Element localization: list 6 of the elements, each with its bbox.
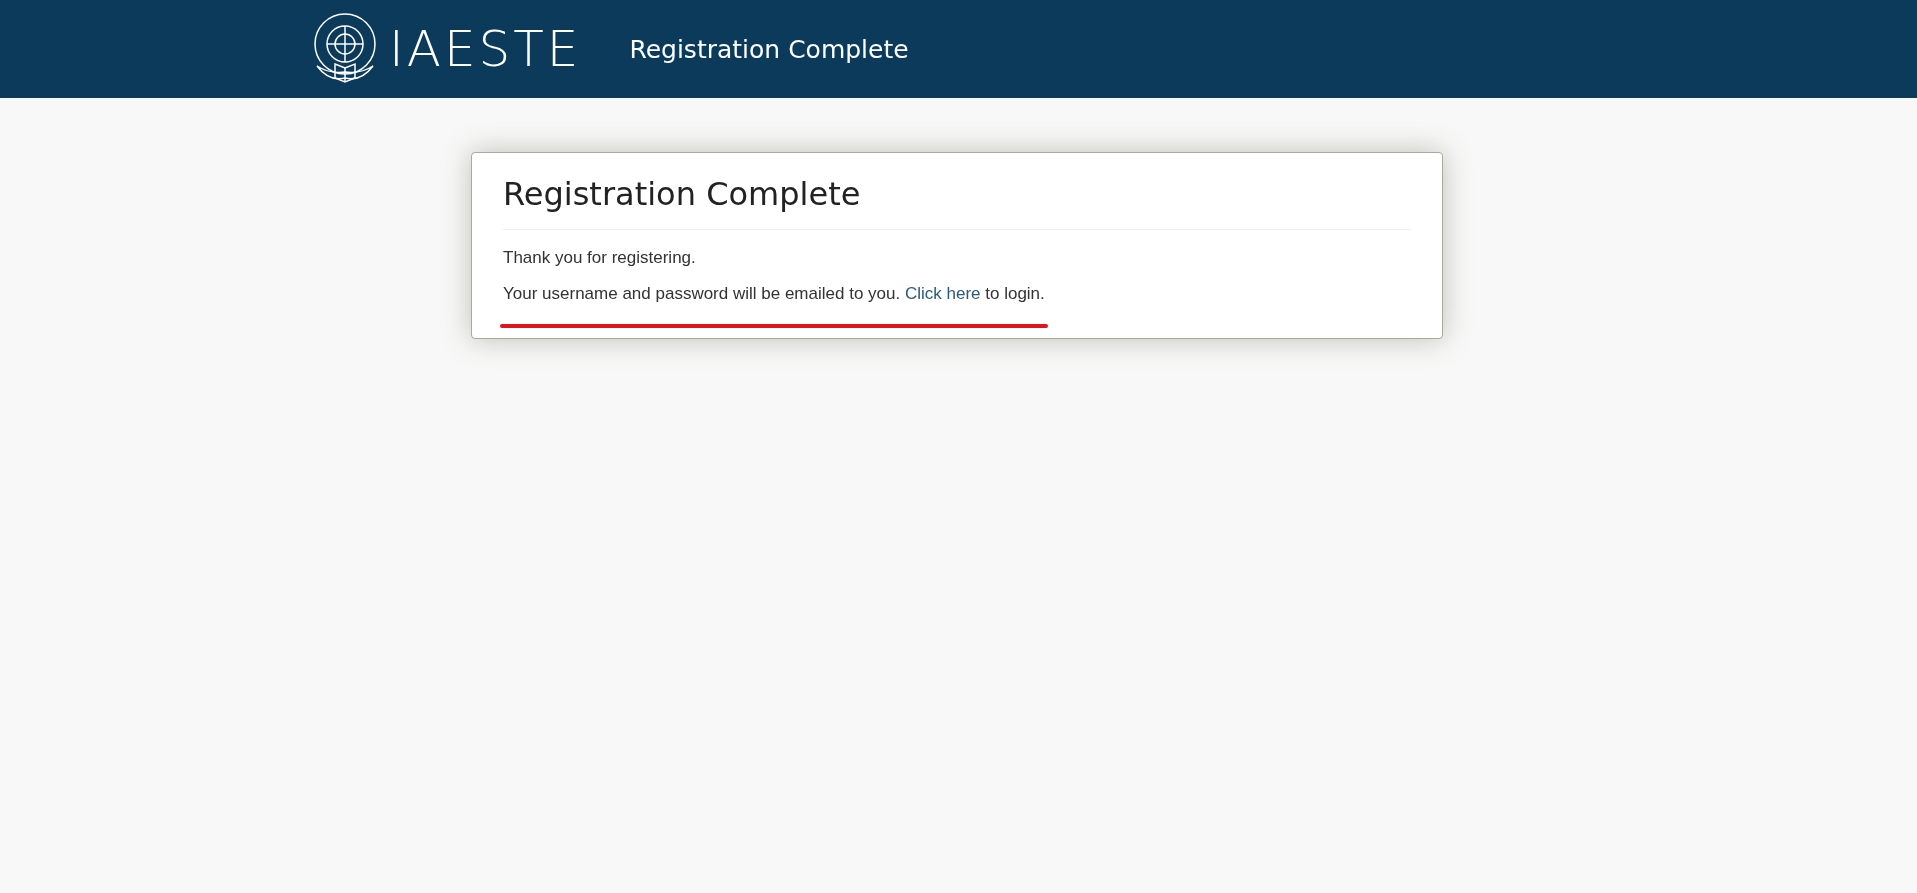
page-title: Registration Complete <box>629 34 909 64</box>
logo-text: IAESTE <box>389 20 582 78</box>
thank-you-text: Thank you for registering. <box>503 248 696 268</box>
card-title: Registration Complete <box>503 175 1411 230</box>
login-link[interactable]: Click here <box>904 284 981 303</box>
login-message-text: Your username and password will be emailed to you. Click here to login. <box>503 284 1045 304</box>
